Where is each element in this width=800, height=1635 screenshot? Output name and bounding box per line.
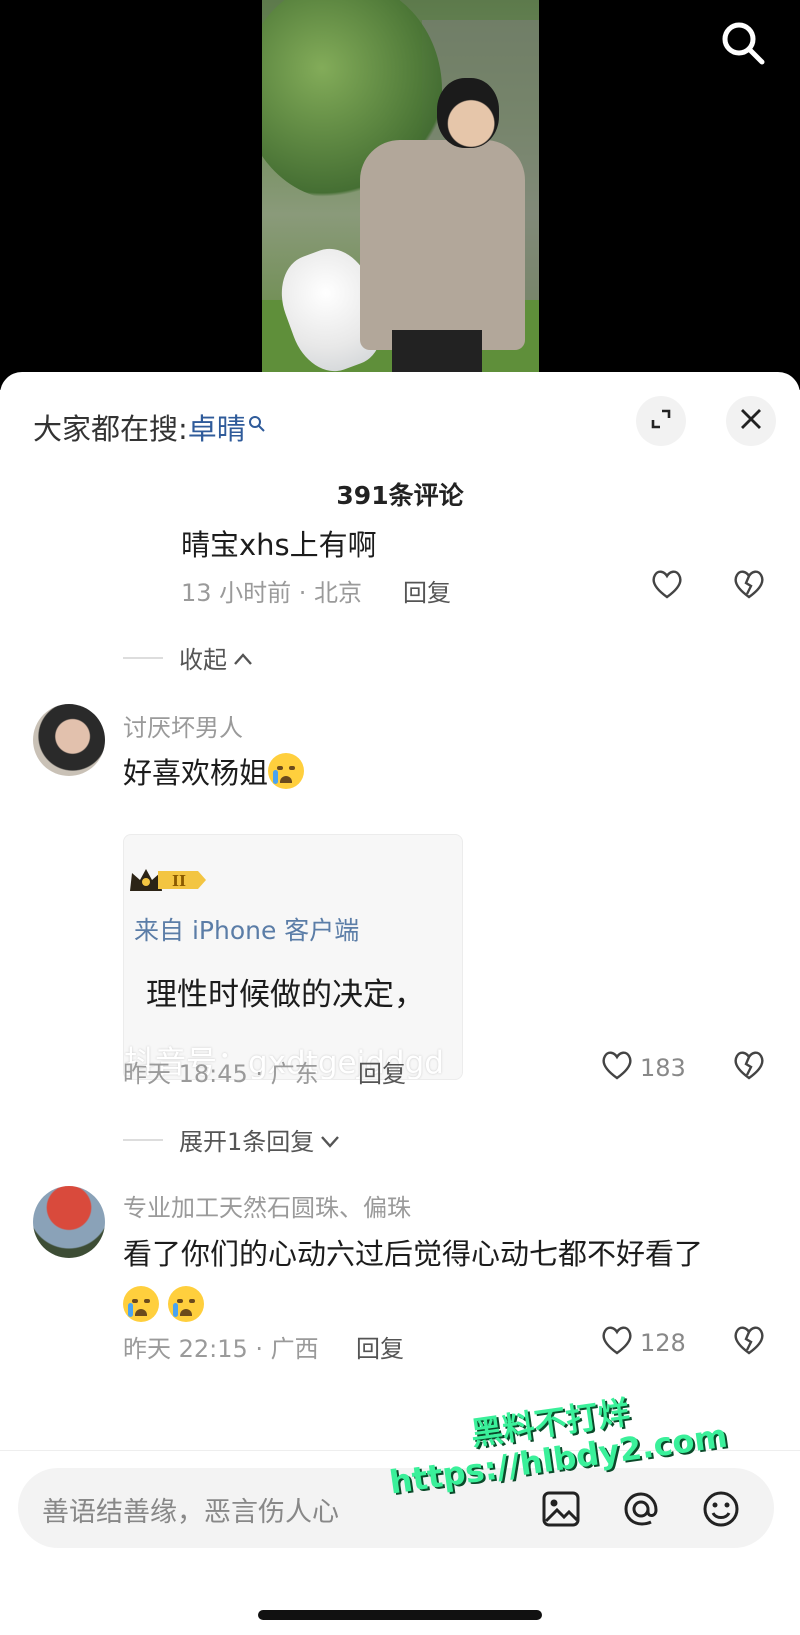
comment-text: 看了你们的心动六过后觉得心动七都不好看了 xyxy=(123,1228,743,1332)
image-card[interactable]: II 来自 iPhone 客户端 理性时候做的决定， 抖音号：gxdtgejdd… xyxy=(123,834,463,1080)
comment-username[interactable]: 讨厌坏男人 xyxy=(123,708,243,743)
broken-heart-icon xyxy=(732,570,766,604)
at-icon[interactable] xyxy=(620,1488,662,1530)
reply-meta: 13 小时前 · 北京 xyxy=(181,579,363,607)
video-frame xyxy=(262,0,539,390)
comment-meta: 昨天 18:45 · 广东 xyxy=(123,1060,319,1088)
dislike-button[interactable] xyxy=(732,1324,766,1360)
heart-icon xyxy=(600,1049,634,1087)
svg-text:II: II xyxy=(172,872,186,890)
hot-search-prefix: 大家都在搜: xyxy=(33,412,188,446)
close-button[interactable] xyxy=(726,396,776,446)
crown-badge-icon: II xyxy=(128,865,208,895)
close-icon xyxy=(739,407,763,435)
broken-heart-icon xyxy=(732,1051,766,1085)
crying-emoji-icon xyxy=(168,1286,205,1322)
comment-text-content: 看了你们的心动六过后觉得心动七都不好看了 xyxy=(123,1237,704,1271)
hot-search-bar[interactable]: 大家都在搜:卓晴 xyxy=(33,406,266,448)
heart-icon xyxy=(600,1324,634,1362)
broken-heart-icon xyxy=(732,1326,766,1360)
crying-emoji-icon xyxy=(123,1286,159,1322)
expand-button[interactable] xyxy=(636,396,686,446)
emoji-icon[interactable] xyxy=(700,1488,742,1530)
reply-text: 晴宝xhs上有啊 xyxy=(181,528,377,562)
card-source: 来自 iPhone 客户端 xyxy=(134,916,360,945)
like-button[interactable]: 183 xyxy=(600,1049,686,1087)
divider xyxy=(0,1450,800,1451)
like-button[interactable]: 128 xyxy=(600,1324,686,1362)
chevron-down-icon xyxy=(320,1126,340,1154)
reply-button[interactable]: 回复 xyxy=(358,1054,406,1089)
video-player[interactable] xyxy=(0,0,800,390)
chevron-up-icon xyxy=(233,644,253,672)
avatar[interactable] xyxy=(33,1186,105,1258)
search-icon[interactable] xyxy=(718,18,768,68)
comment-input-placeholder: 善语结善缘，恶言伤人心 xyxy=(42,1497,339,1528)
comment-panel: 大家都在搜:卓晴 391条评论 晴宝xhs上有啊 13 小时前 · 北京 回复 … xyxy=(0,372,800,1635)
like-count: 183 xyxy=(640,1054,686,1082)
comment-username[interactable]: 专业加工天然石圆珠、偏珠 xyxy=(123,1188,411,1223)
comment-text: 好喜欢杨姐 xyxy=(123,750,305,792)
comment-meta: 昨天 22:15 · 广西 xyxy=(123,1335,319,1363)
reply-button[interactable]: 回复 xyxy=(403,573,451,608)
dislike-button[interactable] xyxy=(732,1049,766,1085)
expand-icon xyxy=(648,406,674,436)
reply-button[interactable]: 回复 xyxy=(356,1329,404,1364)
dislike-button[interactable] xyxy=(732,568,766,604)
search-icon xyxy=(248,406,266,440)
like-count: 128 xyxy=(640,1329,686,1357)
collapse-label: 收起 xyxy=(179,646,227,674)
comment-input[interactable]: 善语结善缘，恶言伤人心 xyxy=(18,1468,774,1548)
collapse-replies[interactable]: 收起 xyxy=(123,640,253,675)
crying-emoji-icon xyxy=(268,753,305,789)
like-button[interactable] xyxy=(650,568,684,606)
avatar[interactable] xyxy=(33,704,105,776)
image-icon[interactable] xyxy=(540,1488,582,1530)
card-body-text: 理性时候做的决定， xyxy=(146,977,425,1013)
heart-icon xyxy=(650,568,684,606)
hot-search-keyword[interactable]: 卓晴 xyxy=(188,412,246,446)
home-indicator[interactable] xyxy=(258,1610,542,1620)
expand-replies-label: 展开1条回复 xyxy=(179,1128,315,1156)
comment-text-content: 好喜欢杨姐 xyxy=(123,756,269,790)
expand-replies[interactable]: 展开1条回复 xyxy=(123,1122,340,1157)
comment-count: 391条评论 xyxy=(336,481,464,510)
